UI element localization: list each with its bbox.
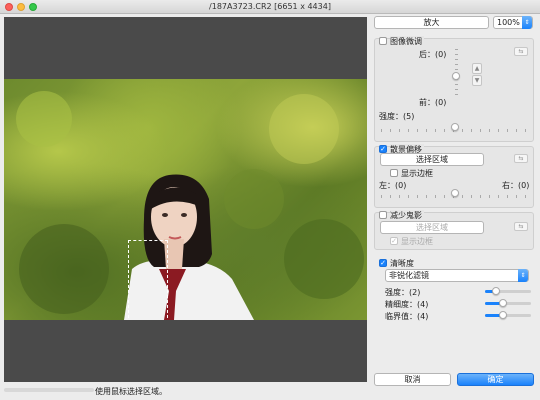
front-value-label: 前：(0) (419, 98, 447, 107)
ghost-reduction-label: 减少鬼影 (390, 210, 424, 221)
ghost-show-border-checkbox[interactable]: ✓ (390, 237, 398, 245)
adjust-icon[interactable]: ⇆ (514, 154, 528, 163)
fineness-track[interactable] (485, 302, 531, 305)
cancel-button[interactable]: 取消 (374, 373, 451, 386)
fineness-knob[interactable] (499, 299, 507, 307)
bokeh-balance-knob[interactable] (451, 189, 459, 197)
focus-stepper[interactable]: ▲ ▼ (472, 63, 482, 87)
threshold-track[interactable] (485, 314, 531, 317)
sharpness-group: ✓ 清晰度 非锐化滤镜 ⇕ 强度：(2) 精细度：(4) 临界值：(4) (374, 258, 534, 334)
image-adjust-group: 图像微调 后：(0) ▲ ▼ ⇆ 前：(0) 强度：(5) (374, 36, 534, 142)
zoom-value: 100% (497, 18, 520, 27)
zoom-select[interactable]: 100% ⇕ (493, 16, 533, 29)
dpp-micro-adjust-window: /187A3723.CR2 [6651 x 4434] 使用鼠标选择区域。 放大… (0, 0, 540, 400)
portrait-illustration (16, 91, 364, 320)
zoom-button[interactable]: 放大 (374, 16, 489, 29)
ok-button[interactable]: 确定 (457, 373, 534, 386)
bokeh-show-border-label: 显示边框 (401, 169, 433, 178)
sharpen-filter-select[interactable]: 非锐化滤镜 ⇕ (385, 269, 529, 282)
image-preview-pane[interactable] (4, 17, 367, 382)
sharp-strength-label: 强度：(2) (385, 288, 421, 297)
sharpness-checkbox[interactable]: ✓ (379, 259, 387, 267)
bokeh-shift-group: ✓ 散景偏移 选择区域 ⇆ 显示边框 左：(0) 右：(0) (374, 144, 534, 208)
adjust-icon[interactable]: ⇆ (514, 47, 528, 56)
chevron-down-icon[interactable]: ▼ (472, 75, 482, 86)
progress-bar (4, 388, 94, 392)
status-message: 使用鼠标选择区域。 (95, 387, 167, 396)
selection-rectangle[interactable] (128, 240, 168, 320)
title-bar: /187A3723.CR2 [6651 x 4434] (0, 0, 540, 14)
sharpen-filter-value: 非锐化滤镜 (389, 271, 429, 280)
ghost-reduction-checkbox[interactable] (379, 211, 387, 219)
sharp-strength-knob[interactable] (492, 287, 500, 295)
right-value-label: 右：(0) (502, 181, 530, 190)
ghost-select-area-button[interactable]: 选择区域 (380, 221, 484, 234)
settings-panel: 放大 100% ⇕ 图像微调 后：(0) ▲ ▼ ⇆ 前：(0) 强度：(5) … (372, 14, 540, 400)
image-adjust-checkbox[interactable] (379, 37, 387, 45)
fineness-label: 精细度：(4) (385, 300, 429, 309)
preview-photo[interactable] (4, 79, 367, 320)
sharpness-label: 清晰度 (390, 259, 414, 268)
left-value-label: 左：(0) (379, 181, 407, 190)
window-title: /187A3723.CR2 [6651 x 4434] (209, 2, 331, 11)
bokeh-select-area-button[interactable]: 选择区域 (380, 153, 484, 166)
chevron-up-icon[interactable]: ▲ (472, 63, 482, 74)
image-adjust-label: 图像微调 (390, 36, 424, 47)
back-value-label: 后：(0) (419, 50, 447, 59)
ghost-reduction-group: 减少鬼影 选择区域 ⇆ ✓ 显示边框 (374, 210, 534, 250)
ghost-show-border-label: 显示边框 (401, 237, 433, 246)
chevron-updown-icon: ⇕ (518, 269, 528, 282)
focus-slider-knob[interactable] (452, 72, 460, 80)
strength-slider-knob[interactable] (451, 123, 459, 131)
chevron-updown-icon: ⇕ (522, 16, 532, 29)
bokeh-show-border-checkbox[interactable] (390, 169, 398, 177)
adjust-icon[interactable]: ⇆ (514, 222, 528, 231)
strength-label: 强度：(5) (379, 112, 415, 121)
bokeh-shift-checkbox[interactable]: ✓ (379, 145, 387, 153)
threshold-knob[interactable] (499, 311, 507, 319)
threshold-label: 临界值：(4) (385, 312, 429, 321)
